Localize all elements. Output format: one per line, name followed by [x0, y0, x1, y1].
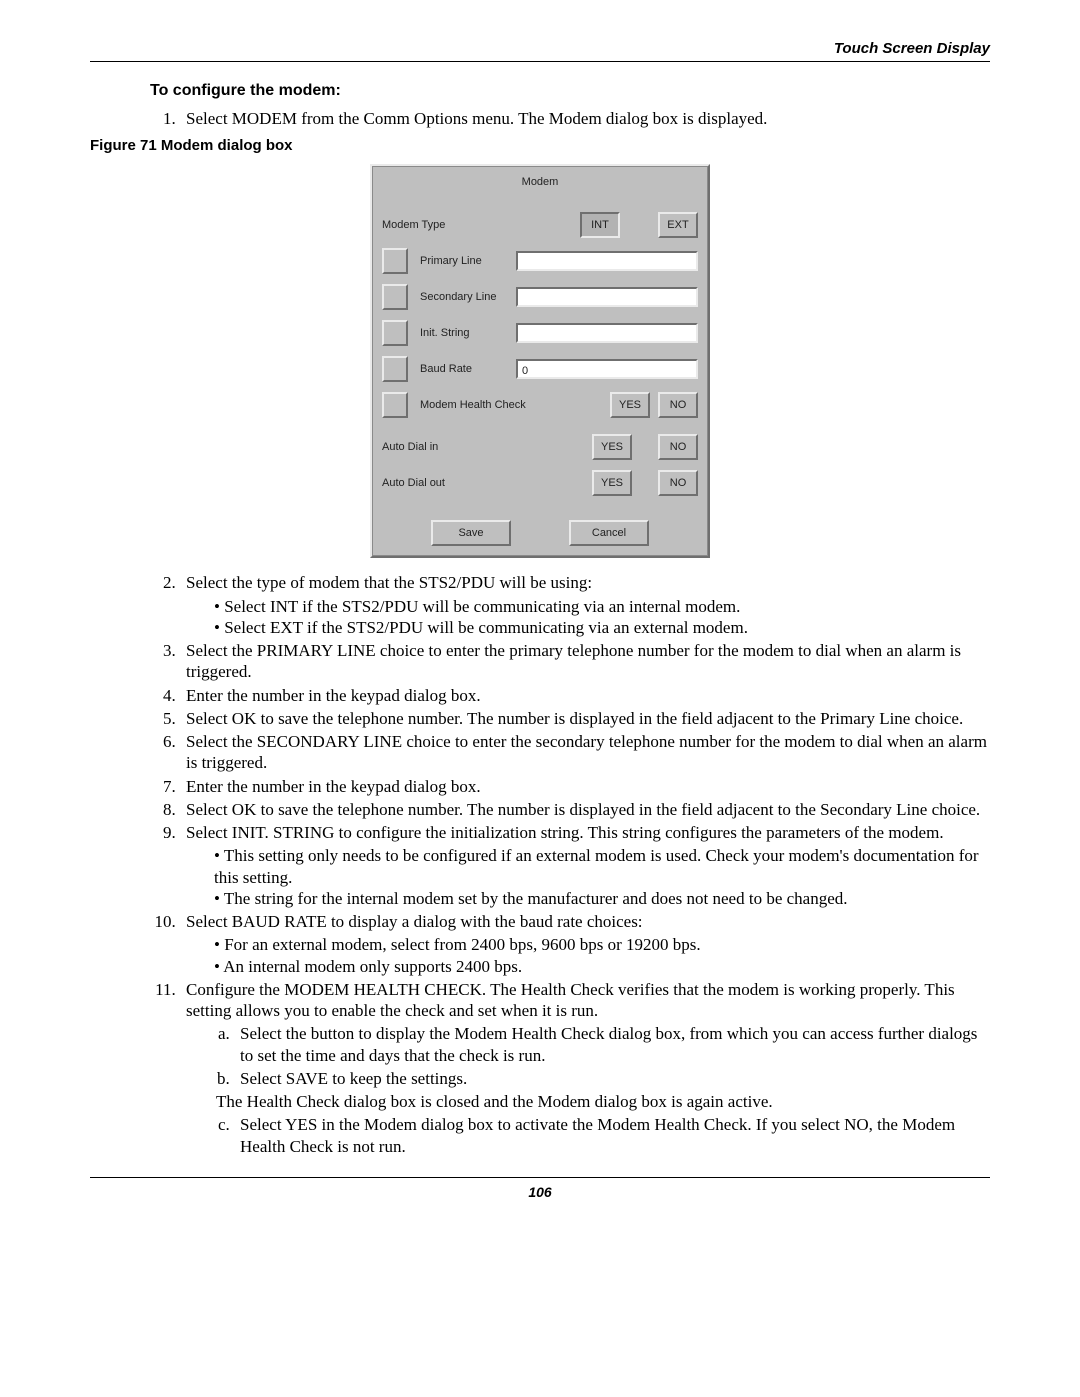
auto-in-no-button[interactable]: NO: [658, 434, 698, 460]
step-4: Enter the number in the keypad dialog bo…: [180, 685, 990, 706]
step-10-bullet-2: An internal modem only supports 2400 bps…: [214, 956, 990, 977]
primary-line-field[interactable]: [516, 251, 698, 271]
step-9-bullet-1: This setting only needs to be configured…: [214, 845, 990, 888]
init-string-field[interactable]: [516, 323, 698, 343]
step-10-bullet-1: For an external modem, select from 2400 …: [214, 934, 990, 955]
primary-line-label: Primary Line: [420, 255, 516, 267]
baud-rate-label: Baud Rate: [420, 363, 516, 375]
step-11-note: The Health Check dialog box is closed an…: [216, 1091, 990, 1112]
init-string-button[interactable]: [382, 320, 408, 346]
cancel-button[interactable]: Cancel: [569, 520, 649, 546]
page-header-right: Touch Screen Display: [90, 40, 990, 57]
baud-rate-field[interactable]: 0: [516, 359, 698, 379]
figure-caption: Figure 71 Modem dialog box: [90, 137, 990, 154]
step-11: Configure the MODEM HEALTH CHECK. The He…: [180, 979, 990, 1157]
step-5: Select OK to save the telephone number. …: [180, 708, 990, 729]
bottom-divider: [90, 1177, 990, 1178]
step-1: Select MODEM from the Comm Options menu.…: [180, 108, 990, 129]
step-2-bullet-2: Select EXT if the STS2/PDU will be commu…: [214, 617, 990, 638]
step-11-c: Select YES in the Modem dialog box to ac…: [234, 1114, 990, 1157]
auto-in-yes-button[interactable]: YES: [592, 434, 632, 460]
step-7: Enter the number in the keypad dialog bo…: [180, 776, 990, 797]
ext-button[interactable]: EXT: [658, 212, 698, 238]
step-3: Select the PRIMARY LINE choice to enter …: [180, 640, 990, 683]
baud-rate-button[interactable]: [382, 356, 408, 382]
step-8: Select OK to save the telephone number. …: [180, 799, 990, 820]
health-check-label: Modem Health Check: [420, 399, 540, 411]
secondary-line-label: Secondary Line: [420, 291, 516, 303]
step-10: Select BAUD RATE to display a dialog wit…: [180, 911, 990, 977]
step-11-b: Select SAVE to keep the settings.: [234, 1068, 990, 1089]
health-yes-button[interactable]: YES: [610, 392, 650, 418]
auto-dial-in-label: Auto Dial in: [382, 441, 502, 453]
section-title: To configure the modem:: [150, 82, 990, 100]
modem-type-label: Modem Type: [382, 219, 502, 231]
step-11-text: Configure the MODEM HEALTH CHECK. The He…: [186, 980, 955, 1020]
step-9: Select INIT. STRING to configure the ini…: [180, 822, 990, 909]
auto-out-no-button[interactable]: NO: [658, 470, 698, 496]
secondary-line-field[interactable]: [516, 287, 698, 307]
save-button[interactable]: Save: [431, 520, 511, 546]
step-2-text: Select the type of modem that the STS2/P…: [186, 573, 592, 592]
int-button[interactable]: INT: [580, 212, 620, 238]
step-6: Select the SECONDARY LINE choice to ente…: [180, 731, 990, 774]
health-check-button[interactable]: [382, 392, 408, 418]
auto-out-yes-button[interactable]: YES: [592, 470, 632, 496]
primary-line-button[interactable]: [382, 248, 408, 274]
secondary-line-button[interactable]: [382, 284, 408, 310]
health-no-button[interactable]: NO: [658, 392, 698, 418]
init-string-label: Init. String: [420, 327, 516, 339]
page-number: 106: [90, 1184, 990, 1200]
step-2-bullet-1: Select INT if the STS2/PDU will be commu…: [214, 596, 990, 617]
top-divider: [90, 61, 990, 62]
step-10-text: Select BAUD RATE to display a dialog wit…: [186, 912, 643, 931]
step-9-text: Select INIT. STRING to configure the ini…: [186, 823, 944, 842]
dialog-title: Modem: [382, 172, 698, 202]
step-2: Select the type of modem that the STS2/P…: [180, 572, 990, 638]
modem-dialog: Modem Modem Type INT EXT Primary Line Se…: [370, 164, 710, 558]
auto-dial-out-label: Auto Dial out: [382, 477, 502, 489]
step-9-bullet-2: The string for the internal modem set by…: [214, 888, 990, 909]
step-11-a: Select the button to display the Modem H…: [234, 1023, 990, 1066]
